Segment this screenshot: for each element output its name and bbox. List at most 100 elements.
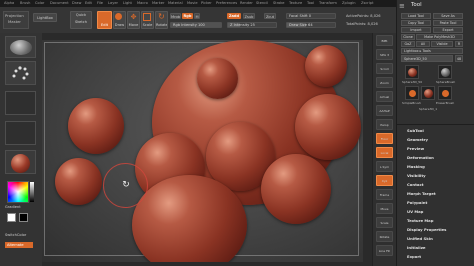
lightbox-button[interactable]: LightBox <box>33 13 57 22</box>
clone-button[interactable]: Clone <box>401 34 415 40</box>
scale-view-button[interactable]: Scale <box>376 217 393 228</box>
goz-button[interactable]: GoZ <box>401 41 415 47</box>
menu-item-stroke[interactable]: Stroke <box>273 0 284 7</box>
menu-item-zplugin[interactable]: Zplugin <box>342 0 356 7</box>
menu-item-picker[interactable]: Picker <box>201 0 212 7</box>
menu-item-macro[interactable]: Macro <box>137 0 148 7</box>
make-polymesh-button[interactable]: Make PolyMesh3D <box>416 34 463 40</box>
tool-thumb-spherebrush[interactable] <box>438 65 452 79</box>
subpalette-texture-map[interactable]: Texture Map <box>407 218 433 223</box>
alpha-off-button[interactable] <box>5 91 36 115</box>
menu-item-stencil[interactable]: Stencil <box>256 0 268 7</box>
menu-item-alpha[interactable]: Alpha <box>4 0 14 7</box>
export-button[interactable]: Export <box>433 27 463 33</box>
polyframe-button[interactable]: Line Fill <box>376 245 393 256</box>
color-value-strip[interactable] <box>30 182 34 202</box>
zadd-toggle[interactable]: Zadd <box>227 13 241 19</box>
bpr-button[interactable]: BPR <box>376 35 393 46</box>
subpalette-preview[interactable]: Preview <box>407 146 424 151</box>
tool-thumb-eraserbrush[interactable] <box>438 86 452 100</box>
menu-item-zscript[interactable]: Zscript <box>361 0 373 7</box>
menu-item-texture[interactable]: Texture <box>289 0 302 7</box>
subpalette-display-properties[interactable]: Display Properties <box>407 227 446 232</box>
menu-item-movie[interactable]: Movie <box>187 0 198 7</box>
visible-button[interactable]: Visible <box>431 41 453 47</box>
switch-color-label[interactable]: SwitchColor <box>5 233 26 237</box>
subpalette-export[interactable]: Export <box>407 254 421 259</box>
actual-button[interactable]: Actual <box>376 91 393 102</box>
quick-sketch-button[interactable]: Quick Sketch <box>70 11 92 29</box>
alternate-button[interactable]: Alternate <box>5 242 33 248</box>
rgb-toggle[interactable]: Rgb <box>182 13 193 19</box>
z-intensity-slider[interactable]: Z Intensity 25 <box>227 22 277 28</box>
m-toggle[interactable]: M <box>194 13 200 19</box>
current-tool-slider[interactable]: Sphere3D_50 <box>401 55 453 62</box>
zoom-button[interactable]: Zoom <box>376 77 393 88</box>
menu-item-render[interactable]: Render <box>240 0 253 7</box>
subpalette-uv-map[interactable]: UV Map <box>407 209 423 214</box>
subpalette-polypaint[interactable]: Polypaint <box>407 200 427 205</box>
subpalette-visibility[interactable]: Visibility <box>407 173 426 178</box>
sphere-top-small[interactable] <box>197 58 238 99</box>
projection-master-button[interactable]: Projection Master <box>3 11 29 29</box>
subpalette-subtool[interactable]: SubTool <box>407 128 424 133</box>
menu-item-light[interactable]: Light <box>123 0 132 7</box>
subpalette-masking[interactable]: Masking <box>407 164 425 169</box>
sphere-left-upper[interactable] <box>68 98 124 154</box>
spix-button[interactable]: SPix 3 <box>376 49 393 60</box>
frame-button[interactable]: Frame <box>376 189 393 200</box>
move-view-button[interactable]: Move <box>376 203 393 214</box>
subpalette-contact[interactable]: Contact <box>407 182 424 187</box>
main-color-swatch[interactable] <box>7 213 16 222</box>
sphere-right-middle[interactable] <box>295 94 361 160</box>
rgb-intensity-slider[interactable]: Rgb Intensity 100 <box>170 22 222 28</box>
load-tool-button[interactable]: Load Tool <box>401 13 431 19</box>
texture-off-button[interactable] <box>5 121 36 145</box>
color-picker[interactable] <box>7 181 29 203</box>
floor-button[interactable]: Floor <box>376 133 393 144</box>
menu-item-document[interactable]: Document <box>50 0 69 7</box>
import-button[interactable]: Import <box>401 27 431 33</box>
menu-item-draw[interactable]: Draw <box>72 0 81 7</box>
zcut-toggle[interactable]: Zcut <box>264 13 276 19</box>
subpalette-unified-skin[interactable]: Unified Skin <box>407 236 433 241</box>
edit-button[interactable]: Edit <box>97 11 112 29</box>
r-button[interactable]: R <box>455 41 463 47</box>
menu-item-marker[interactable]: Marker <box>152 0 164 7</box>
copy-tool-button[interactable]: Copy Tool <box>401 20 431 26</box>
zsub-toggle[interactable]: Zsub <box>243 13 255 19</box>
menu-item-preferences[interactable]: Preferences <box>216 0 237 7</box>
sphere-right-lower[interactable] <box>261 154 331 224</box>
lsym-button[interactable]: L.Sym <box>376 161 393 172</box>
menu-item-tool[interactable]: Tool <box>307 0 314 7</box>
secondary-color-swatch[interactable] <box>19 213 28 222</box>
subpalette-morph-target[interactable]: Morph Target <box>407 191 436 196</box>
tool-thumb-simplebrush[interactable] <box>405 86 419 100</box>
persp-button[interactable]: Persp <box>376 119 393 130</box>
tool-thumb-sphere3d-1[interactable] <box>421 86 435 100</box>
menu-item-brush[interactable]: Brush <box>20 0 30 7</box>
local-button[interactable]: Local <box>376 147 393 158</box>
aahalf-button[interactable]: AAHalf <box>376 105 393 116</box>
xyz-button[interactable]: Xyz <box>376 175 393 186</box>
sphere-top-right[interactable] <box>305 45 347 87</box>
material-button[interactable] <box>5 150 36 174</box>
menu-item-file[interactable]: File <box>97 0 103 7</box>
standard-brush-button[interactable] <box>5 36 36 58</box>
tool-thumb-sphere3d[interactable] <box>405 65 419 79</box>
lightbox-tools-button[interactable]: Lightbox ▸ Tools <box>401 48 463 54</box>
menu-item-transform[interactable]: Transform <box>319 0 337 7</box>
draw-size-slider[interactable]: Draw Size 64 <box>286 22 336 28</box>
menu-item-layer[interactable]: Layer <box>108 0 118 7</box>
subpalette-initialize[interactable]: Initialize <box>407 245 425 250</box>
document-canvas[interactable]: ↻ <box>42 40 363 262</box>
save-as-button[interactable]: Save As <box>433 13 463 19</box>
menu-item-material[interactable]: Material <box>168 0 183 7</box>
rotate-view-button[interactable]: Rotate <box>376 231 393 242</box>
paste-tool-button[interactable]: Paste Tool <box>433 20 463 26</box>
stroke-dots-button[interactable] <box>5 61 36 85</box>
palette-collapse-icon[interactable]: ≡ <box>399 2 407 10</box>
menu-item-color[interactable]: Color <box>35 0 44 7</box>
menu-item-edit[interactable]: Edit <box>85 0 92 7</box>
all-button[interactable]: All <box>416 41 430 47</box>
